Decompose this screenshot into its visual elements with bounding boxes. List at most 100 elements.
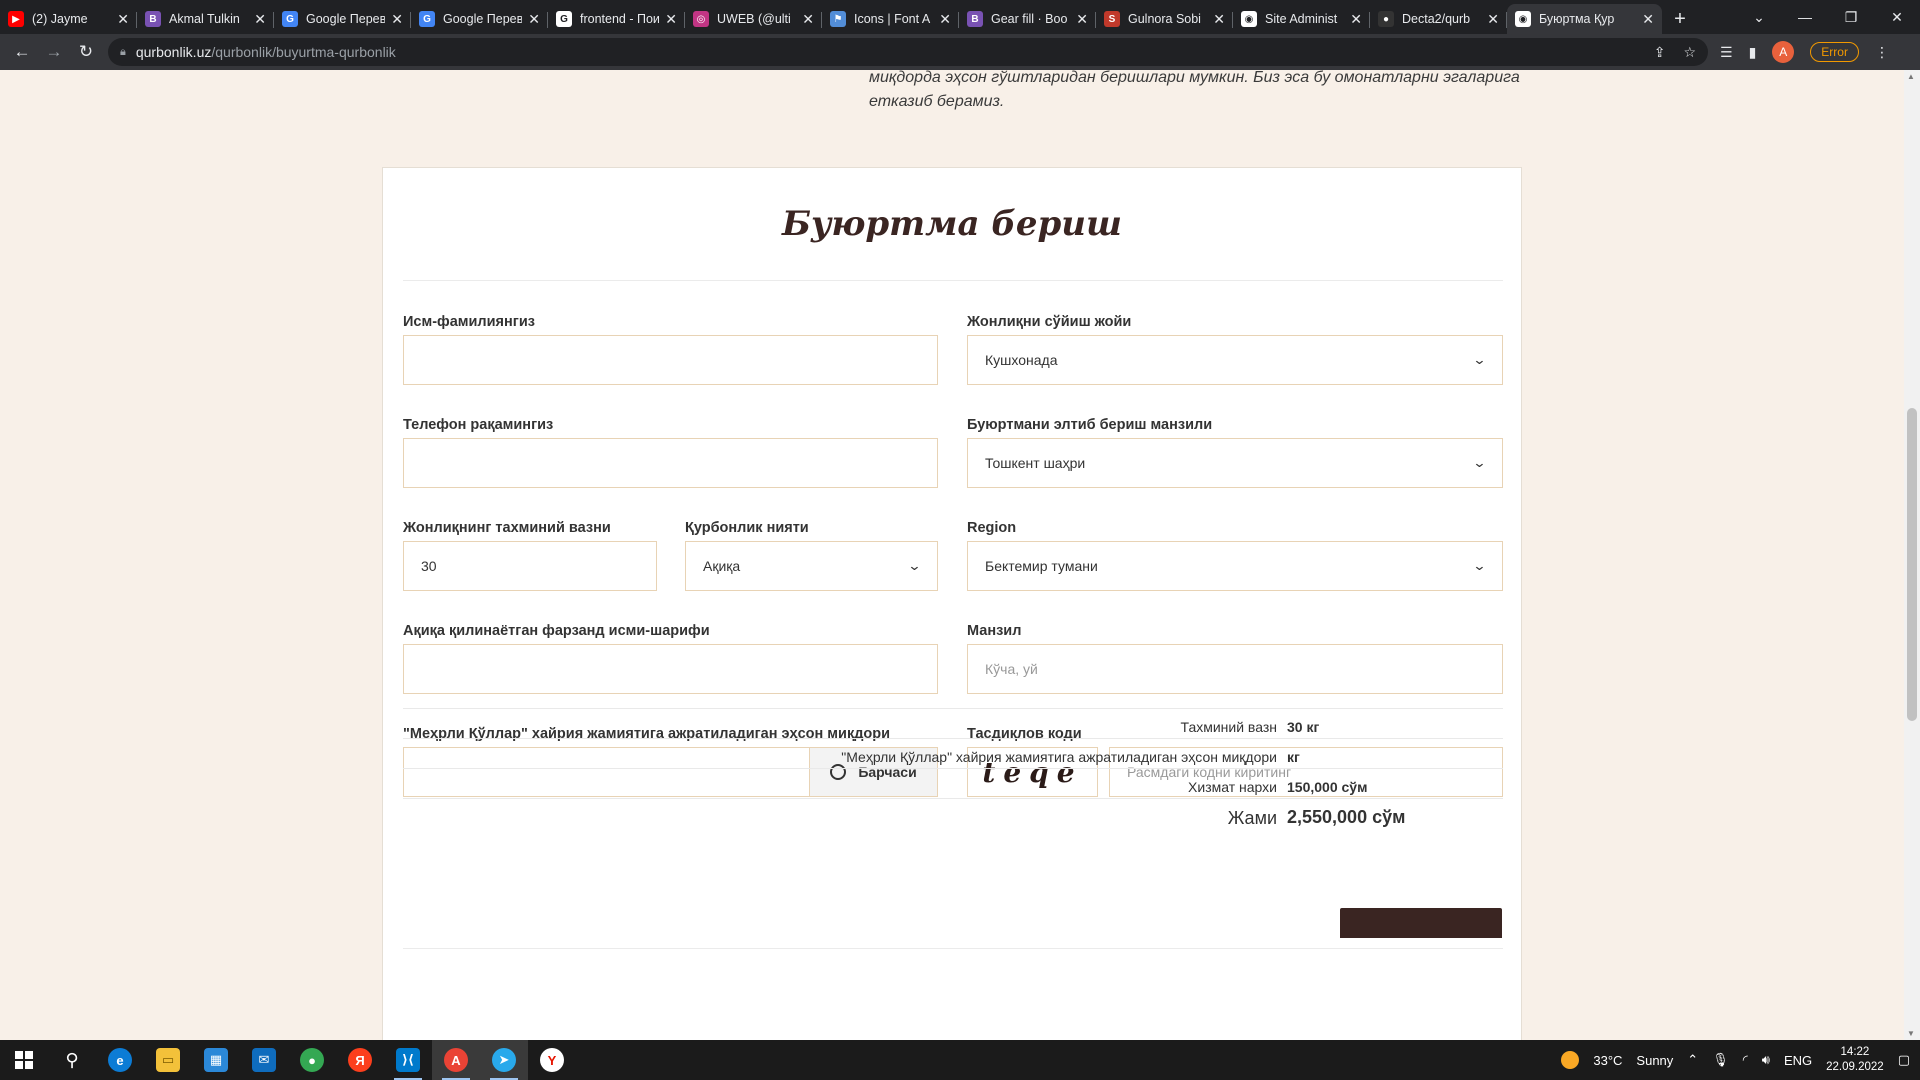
divider (403, 948, 1503, 949)
file-explorer-icon[interactable]: ▭ (144, 1040, 192, 1080)
chrome-icon[interactable]: ● (288, 1040, 336, 1080)
intent-select[interactable]: Ақиқа ⌄ (685, 541, 938, 591)
summary-key: "Меҳрли Қўллар" хайрия жамиятига ажратил… (841, 749, 1277, 765)
github-icon: ● (1378, 11, 1394, 27)
summary-value: кг (1287, 749, 1300, 765)
address-bar[interactable]: 🔒︎ qurbonlik.uz/qurbonlik/buyurtma-qurbo… (108, 38, 1708, 66)
browser-tab[interactable]: ● Decta2/qurb ✕ (1370, 4, 1507, 34)
forward-arrow-icon[interactable]: → (38, 42, 70, 62)
search-icon[interactable]: ⚲ (48, 1040, 96, 1080)
delivery-select[interactable]: Тошкент шаҳри ⌄ (967, 438, 1503, 488)
scroll-down-icon[interactable]: ▼ (1907, 1029, 1915, 1038)
tab-title: Akmal Tulkin (169, 12, 240, 26)
new-tab-button[interactable]: + (1662, 4, 1698, 34)
share-icon[interactable]: ⇪ (1654, 44, 1666, 61)
chevron-down-icon: ⌄ (1472, 455, 1487, 470)
reload-icon[interactable]: ↻ (70, 42, 102, 62)
windows-start-icon[interactable] (0, 1040, 48, 1080)
microphone-icon[interactable]: 🎙︎ (1712, 1052, 1729, 1068)
browser-tab[interactable]: ◎ UWEB (@ulti ✕ (685, 4, 822, 34)
weather-text[interactable]: Sunny (1636, 1053, 1673, 1068)
page-viewport: миқдорда эҳсон гўштларидан беришлари мум… (0, 70, 1920, 1040)
close-icon[interactable]: ✕ (665, 11, 677, 28)
browser-tab[interactable]: B Akmal Tulkin ✕ (137, 4, 274, 34)
close-icon[interactable]: ✕ (802, 11, 814, 28)
intent-value: Ақиқа (703, 558, 741, 574)
close-icon[interactable]: ✕ (117, 11, 129, 28)
weather-sun-icon[interactable] (1561, 1051, 1580, 1069)
language-indicator[interactable]: ENG (1784, 1053, 1812, 1068)
bookmark-star-icon[interactable]: ☆ (1683, 44, 1696, 61)
error-button[interactable]: Error (1810, 42, 1859, 62)
reading-list-icon[interactable]: ☰ (1720, 44, 1733, 61)
restore-button[interactable]: ❐ (1828, 9, 1874, 26)
browser-tab[interactable]: S Gulnora Sobi ✕ (1096, 4, 1233, 34)
close-icon[interactable]: ✕ (1213, 11, 1225, 28)
close-icon[interactable]: ✕ (1642, 11, 1654, 28)
clock-time: 14:22 (1840, 1046, 1870, 1058)
windows-taskbar: ⚲ e ▭ ▦ ✉ ● Я ⟩⟨ A ➤ Y 33°C Sunny ⌃ 🎙︎ ◜… (0, 1040, 1920, 1080)
browser-tab[interactable]: ◉ Site Administ ✕ (1233, 4, 1370, 34)
region-select[interactable]: Бектемир тумани ⌄ (967, 541, 1503, 591)
browser-tab[interactable]: G Google Переводчик ✕ (411, 4, 548, 34)
chevron-up-icon[interactable]: ⌃ (1687, 1052, 1698, 1068)
edge-icon[interactable]: e (96, 1040, 144, 1080)
phone-input[interactable] (403, 438, 938, 488)
bootstrap-icon: B (967, 11, 983, 27)
close-icon[interactable]: ✕ (939, 11, 951, 28)
mail-icon[interactable]: ✉ (240, 1040, 288, 1080)
weight-input[interactable]: 30 (403, 541, 657, 591)
close-icon[interactable]: ✕ (391, 11, 403, 28)
page-scrollbar[interactable]: ▲ ▼ (1904, 70, 1920, 1040)
google-translate-icon: G (282, 11, 298, 27)
instagram-icon: ◎ (693, 11, 709, 27)
name-input[interactable] (403, 335, 938, 385)
notifications-icon[interactable]: ▢ (1898, 1052, 1910, 1068)
chrome-profile-icon[interactable]: A (432, 1040, 480, 1080)
close-icon[interactable]: ✕ (1350, 11, 1362, 28)
store-icon[interactable]: ▦ (192, 1040, 240, 1080)
browser-tab-bar: ▶ (2) Jayme ✕ B Akmal Tulkin ✕ G Google Перевод… (0, 0, 1920, 34)
side-panel-icon[interactable]: ▮ (1749, 44, 1757, 61)
close-icon[interactable]: ✕ (1076, 11, 1088, 28)
close-window-button[interactable]: ✕ (1874, 9, 1920, 26)
scroll-up-icon[interactable]: ▲ (1907, 72, 1915, 81)
minimize-button[interactable]: — (1782, 9, 1828, 25)
summary-value: 2,550,000 сўм (1287, 807, 1406, 827)
intro-text: миқдорда эҳсон гўштларидан беришлари мум… (869, 70, 1549, 114)
slaughter-place-select[interactable]: Кушхонада ⌄ (967, 335, 1503, 385)
close-icon[interactable]: ✕ (254, 11, 266, 28)
address-input[interactable]: Кўча, уй (967, 644, 1503, 694)
browser-tab[interactable]: ▶ (2) Jayme ✕ (0, 4, 137, 34)
close-icon[interactable]: ✕ (1487, 11, 1499, 28)
address-placeholder: Кўча, уй (985, 661, 1038, 677)
browser-tab[interactable]: ⚑ Icons | Font A ✕ (822, 4, 959, 34)
yandex-browser-icon[interactable]: Я (336, 1040, 384, 1080)
browser-tab[interactable]: ◉ Буюртма Қур ✕ (1507, 4, 1662, 34)
profile-avatar[interactable]: A (1772, 41, 1795, 63)
chevron-down-icon: ⌄ (1472, 352, 1487, 367)
slaughter-place-label: Жонлиқни сўйиш жойи (967, 314, 1132, 330)
wifi-icon[interactable]: ◜ (1743, 1052, 1748, 1068)
url-host: qurbonlik.uz (135, 44, 212, 60)
clock[interactable]: 14:22 22.09.2022 (1826, 1045, 1884, 1075)
intro-line: миқдорда эҳсон гўштларидан беришлари мум… (869, 70, 1520, 86)
volume-icon[interactable]: 🔊︎ (1762, 1052, 1770, 1068)
submit-button[interactable] (1340, 908, 1502, 938)
weather-temp[interactable]: 33°C (1593, 1053, 1622, 1068)
scrollbar-thumb[interactable] (1907, 408, 1917, 721)
telegram-icon[interactable]: ➤ (480, 1040, 528, 1080)
google-icon: G (556, 11, 572, 27)
menu-kebab-icon[interactable]: ⋮ (1875, 44, 1889, 61)
tab-search-icon[interactable]: ⌄ (1736, 9, 1782, 26)
browser-tab[interactable]: G Google Переводчик ✕ (274, 4, 411, 34)
yandex-icon[interactable]: Y (528, 1040, 576, 1080)
browser-tab[interactable]: Gfrontend - Поиск ✕ (548, 4, 685, 34)
lock-icon[interactable]: 🔒︎ (120, 46, 126, 59)
child-name-input[interactable] (403, 644, 938, 694)
delivery-value: Тошкент шаҳри (985, 455, 1086, 471)
back-arrow-icon[interactable]: ← (6, 42, 38, 62)
browser-tab[interactable]: B Gear fill · Boo ✕ (959, 4, 1096, 34)
close-icon[interactable]: ✕ (528, 11, 540, 28)
vscode-icon[interactable]: ⟩⟨ (384, 1040, 432, 1080)
